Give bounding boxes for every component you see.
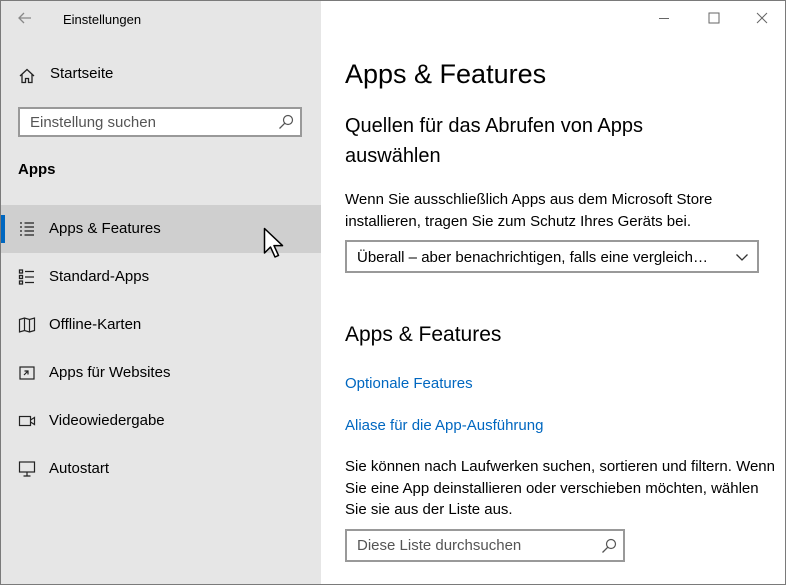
apps-for-websites-icon [19,366,35,380]
close-button[interactable] [739,1,785,35]
list-description: Sie können nach Laufwerken suchen, sorti… [345,458,775,518]
sidebar-item-video-playback[interactable]: Videowiedergabe [1,397,321,445]
sources-heading: Quellen für das Abrufen von Apps auswähl… [345,115,643,167]
startup-icon [18,461,36,477]
sidebar: Einstellungen Startseite Apps [1,1,321,584]
app-execution-aliases-link[interactable]: Aliase für die App-Ausführung [345,417,543,434]
close-icon [756,12,768,24]
search-icon[interactable] [601,538,617,554]
sidebar-item-home[interactable]: Startseite [1,55,321,95]
home-icon [19,68,35,84]
sidebar-item-label: Offline-Karten [49,316,142,333]
search-icon[interactable] [278,114,294,130]
apps-features-heading: Apps & Features [345,323,502,346]
minimize-icon [659,18,669,19]
maximize-button[interactable] [691,1,737,35]
settings-search[interactable] [18,107,302,137]
optional-features-link[interactable]: Optionale Features [345,375,473,392]
app-sources-dropdown[interactable]: Überall – aber benachrichtigen, falls ei… [345,240,759,273]
offline-maps-icon [18,317,36,333]
sidebar-item-label: Startseite [50,65,114,82]
back-button[interactable] [11,5,39,31]
sidebar-item-label: Autostart [49,460,110,477]
maximize-icon [708,12,720,24]
title-bar: Einstellungen [1,1,321,39]
sidebar-item-label: Videowiedergabe [49,412,165,429]
sidebar-item-label: Standard-Apps [49,268,150,285]
sidebar-item-label: Apps für Websites [49,364,171,381]
sidebar-section-title: Apps [18,161,56,178]
page-title: Apps & Features [345,59,547,89]
sidebar-item-startup[interactable]: Autostart [1,445,321,493]
mouse-cursor-icon [263,227,284,258]
sidebar-item-offline-maps[interactable]: Offline-Karten [1,301,321,349]
chevron-down-icon [736,254,748,261]
app-list-search-input[interactable] [347,531,597,560]
default-apps-icon [18,269,34,285]
minimize-button[interactable] [641,1,687,35]
main-content: Apps & Features Quellen für das Abrufen … [321,1,785,584]
video-playback-icon [18,415,36,427]
sidebar-item-apps-for-websites[interactable]: Apps für Websites [1,349,321,397]
settings-search-input[interactable] [20,109,280,135]
apps-features-icon [20,222,34,236]
sidebar-item-label: Apps & Features [49,220,161,237]
app-title: Einstellungen [63,12,142,27]
app-list-search[interactable] [345,529,625,562]
dropdown-value: Überall – aber benachrichtigen, falls ei… [357,249,709,266]
sources-description: Wenn Sie ausschließlich Apps aus dem Mic… [345,191,713,230]
settings-window: Einstellungen Startseite Apps [0,0,786,585]
back-arrow-icon [18,12,31,24]
